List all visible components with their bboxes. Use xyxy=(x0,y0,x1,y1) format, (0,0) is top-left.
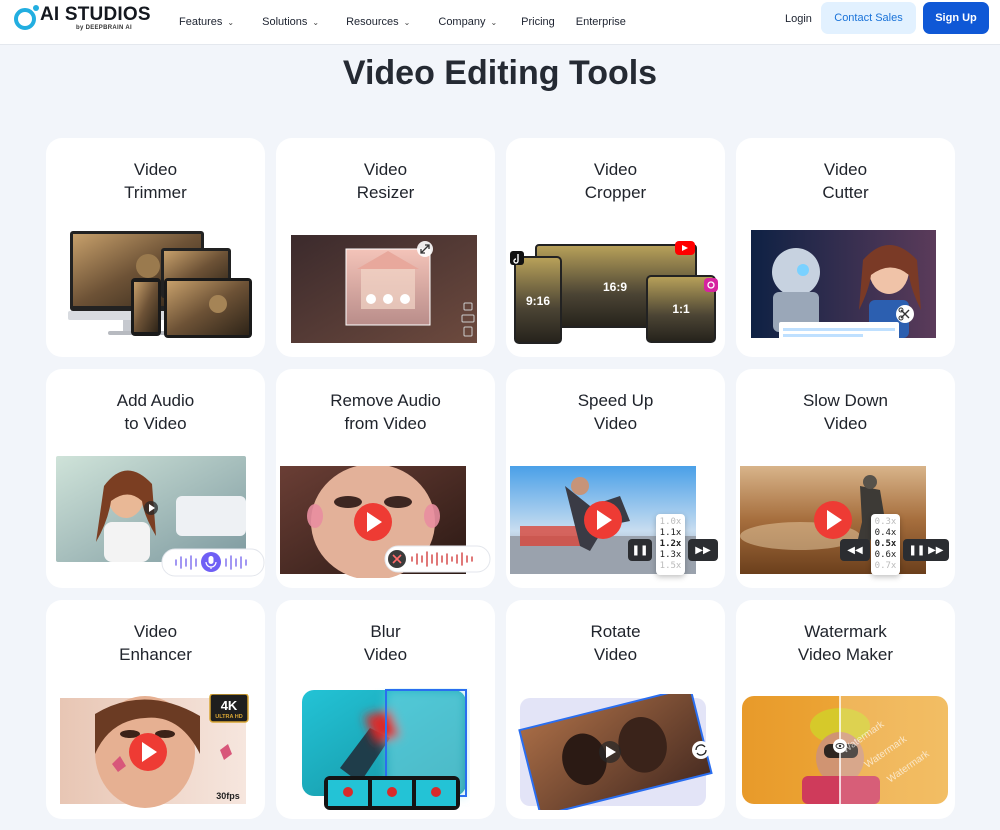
speed-option[interactable]: 0.6x xyxy=(875,550,897,561)
chevron-down-icon: ⌄ xyxy=(227,17,235,27)
card-title: Add Audio to Video xyxy=(116,391,195,433)
contact-sales-button[interactable]: Contact Sales xyxy=(821,2,916,34)
play-icon[interactable] xyxy=(129,733,167,771)
sign-up-button[interactable]: Sign Up xyxy=(923,2,989,34)
menu-item-enterprise[interactable]: Enterprise xyxy=(576,16,626,28)
card-title: Blur Video xyxy=(363,622,408,664)
slow-down-options[interactable]: 0.3x 0.4x 0.5x 0.6x 0.7x xyxy=(871,514,900,575)
fast-forward-icon[interactable]: ▶▶ xyxy=(688,539,718,561)
devices-mockup-image xyxy=(68,231,252,338)
ratio-16-9-label: 16:9 xyxy=(603,280,627,294)
speed-option[interactable]: 0.3x xyxy=(875,517,897,528)
tool-card-slow-down-video[interactable]: Slow Down Video 0.3x 0.4x 0.5x 0.6x 0.7x… xyxy=(736,369,955,588)
login-link[interactable]: Login xyxy=(785,13,812,25)
play-icon[interactable] xyxy=(814,501,852,539)
tool-card-video-resizer[interactable]: Video Resizer xyxy=(276,138,495,357)
card-title: Remove Audio from Video xyxy=(330,391,441,433)
card-title: Video Cropper xyxy=(584,160,647,202)
menu-item-resources[interactable]: Resources ⌄ xyxy=(346,16,410,28)
resize-arrows-icon[interactable] xyxy=(417,241,433,257)
ai-studios-logo[interactable]: AI STUDIOS by DEEPBRAIN AI xyxy=(14,5,151,31)
card-title: Slow Down Video xyxy=(802,391,889,433)
play-icon[interactable] xyxy=(354,503,392,541)
tool-card-remove-audio-from-video[interactable]: Remove Audio from Video xyxy=(276,369,495,588)
card-title: Video Resizer xyxy=(356,160,415,202)
page-title: Video Editing Tools xyxy=(342,54,658,92)
menu-item-features[interactable]: Features ⌄ xyxy=(179,16,234,28)
microphone-icon[interactable] xyxy=(201,552,221,572)
woman-binoculars-watermark-image: Watermark Watermark Watermark xyxy=(742,696,948,804)
tool-card-blur-video[interactable]: Blur Video xyxy=(276,600,495,819)
tool-card-video-cropper[interactable]: Video Cropper 9:16 16:9 1:1 xyxy=(506,138,725,357)
card-title: Video Trimmer xyxy=(124,160,187,202)
woman-portrait-remove-audio-image xyxy=(280,466,491,578)
logo-text: AI STUDIOS xyxy=(40,4,151,25)
menu-item-pricing[interactable]: Pricing xyxy=(521,16,555,28)
speed-option[interactable]: 0.4x xyxy=(875,528,897,539)
robot-and-woman-cut-image xyxy=(751,230,936,344)
speed-option[interactable]: 0.5x xyxy=(875,539,897,550)
ratio-9-16-label: 9:16 xyxy=(526,294,550,308)
top-navigation: AI STUDIOS by DEEPBRAIN AI Features ⌄ Sol… xyxy=(0,0,1000,44)
tiktok-icon xyxy=(510,251,524,265)
tool-card-video-cutter[interactable]: Video Cutter xyxy=(736,138,955,357)
aspect-ratio-crop-image: 9:16 16:9 1:1 xyxy=(510,241,718,344)
friends-rotate-image xyxy=(518,694,713,810)
woman-selfie-audio-image xyxy=(56,456,265,577)
tools-grid: Video Trimmer Video Resizer Video Croppe… xyxy=(46,138,955,819)
speed-option[interactable]: 1.1x xyxy=(660,528,682,539)
tool-card-video-trimmer[interactable]: Video Trimmer xyxy=(46,138,265,357)
chevron-down-icon: ⌄ xyxy=(312,17,320,27)
main-menu: Features ⌄ Solutions ⌄ Resources ⌄ Company ⌄… xyxy=(179,0,626,44)
fps-label: 30fps xyxy=(216,791,240,801)
tool-card-speed-up-video[interactable]: Speed Up Video 1.0x 1.1x 1.2x 1.3x 1.5x … xyxy=(506,369,725,588)
scissors-icon[interactable] xyxy=(896,305,914,323)
4k-badge-label: 4K xyxy=(221,698,238,713)
pause-fast-forward-controls[interactable]: ❚❚ ▶▶ xyxy=(903,539,949,561)
rotate-icon[interactable] xyxy=(692,741,710,759)
youtube-icon xyxy=(675,241,695,255)
tool-card-rotate-video[interactable]: Rotate Video xyxy=(506,600,725,819)
play-icon[interactable] xyxy=(584,501,622,539)
speed-option[interactable]: 0.7x xyxy=(875,561,897,572)
tool-card-video-enhancer[interactable]: Video Enhancer 4K ULTRA HD 30fps xyxy=(46,600,265,819)
mute-icon[interactable] xyxy=(388,550,406,568)
ultra-hd-label: ULTRA HD xyxy=(215,714,243,720)
speed-option[interactable]: 1.0x xyxy=(660,517,682,528)
chevron-down-icon: ⌄ xyxy=(490,17,498,27)
speed-option[interactable]: 1.3x xyxy=(660,550,682,561)
tool-card-add-audio-to-video[interactable]: Add Audio to Video xyxy=(46,369,265,588)
card-title: Video Enhancer xyxy=(119,622,192,664)
speed-up-options[interactable]: 1.0x 1.1x 1.2x 1.3x 1.5x xyxy=(656,514,685,575)
pause-icon[interactable]: ❚❚ xyxy=(628,539,652,561)
menu-item-solutions[interactable]: Solutions ⌄ xyxy=(262,16,319,28)
card-title: Video Cutter xyxy=(822,160,869,202)
card-title: Watermark Video Maker xyxy=(797,622,894,664)
red-car-blur-image xyxy=(302,689,467,810)
card-title: Rotate Video xyxy=(590,622,641,664)
card-title: Speed Up Video xyxy=(577,391,654,433)
woman-4k-enhance-image: 4K ULTRA HD 30fps xyxy=(60,694,249,808)
logo-subtext: by DEEPBRAIN AI xyxy=(76,25,132,31)
play-icon[interactable] xyxy=(599,741,621,763)
tool-card-watermark-video-maker[interactable]: Watermark Video Maker Watermark Watermar… xyxy=(736,600,955,819)
speed-option[interactable]: 1.5x xyxy=(660,561,682,572)
speed-option[interactable]: 1.2x xyxy=(660,539,682,550)
rewind-icon[interactable]: ◀◀ xyxy=(840,539,870,561)
play-icon[interactable] xyxy=(144,501,158,515)
logo-ring-icon xyxy=(14,5,39,30)
menu-item-company[interactable]: Company ⌄ xyxy=(438,16,497,28)
instagram-icon xyxy=(704,278,718,292)
ratio-1-1-label: 1:1 xyxy=(672,302,690,316)
carousel-resize-image xyxy=(291,235,477,343)
chevron-down-icon: ⌄ xyxy=(403,17,411,27)
